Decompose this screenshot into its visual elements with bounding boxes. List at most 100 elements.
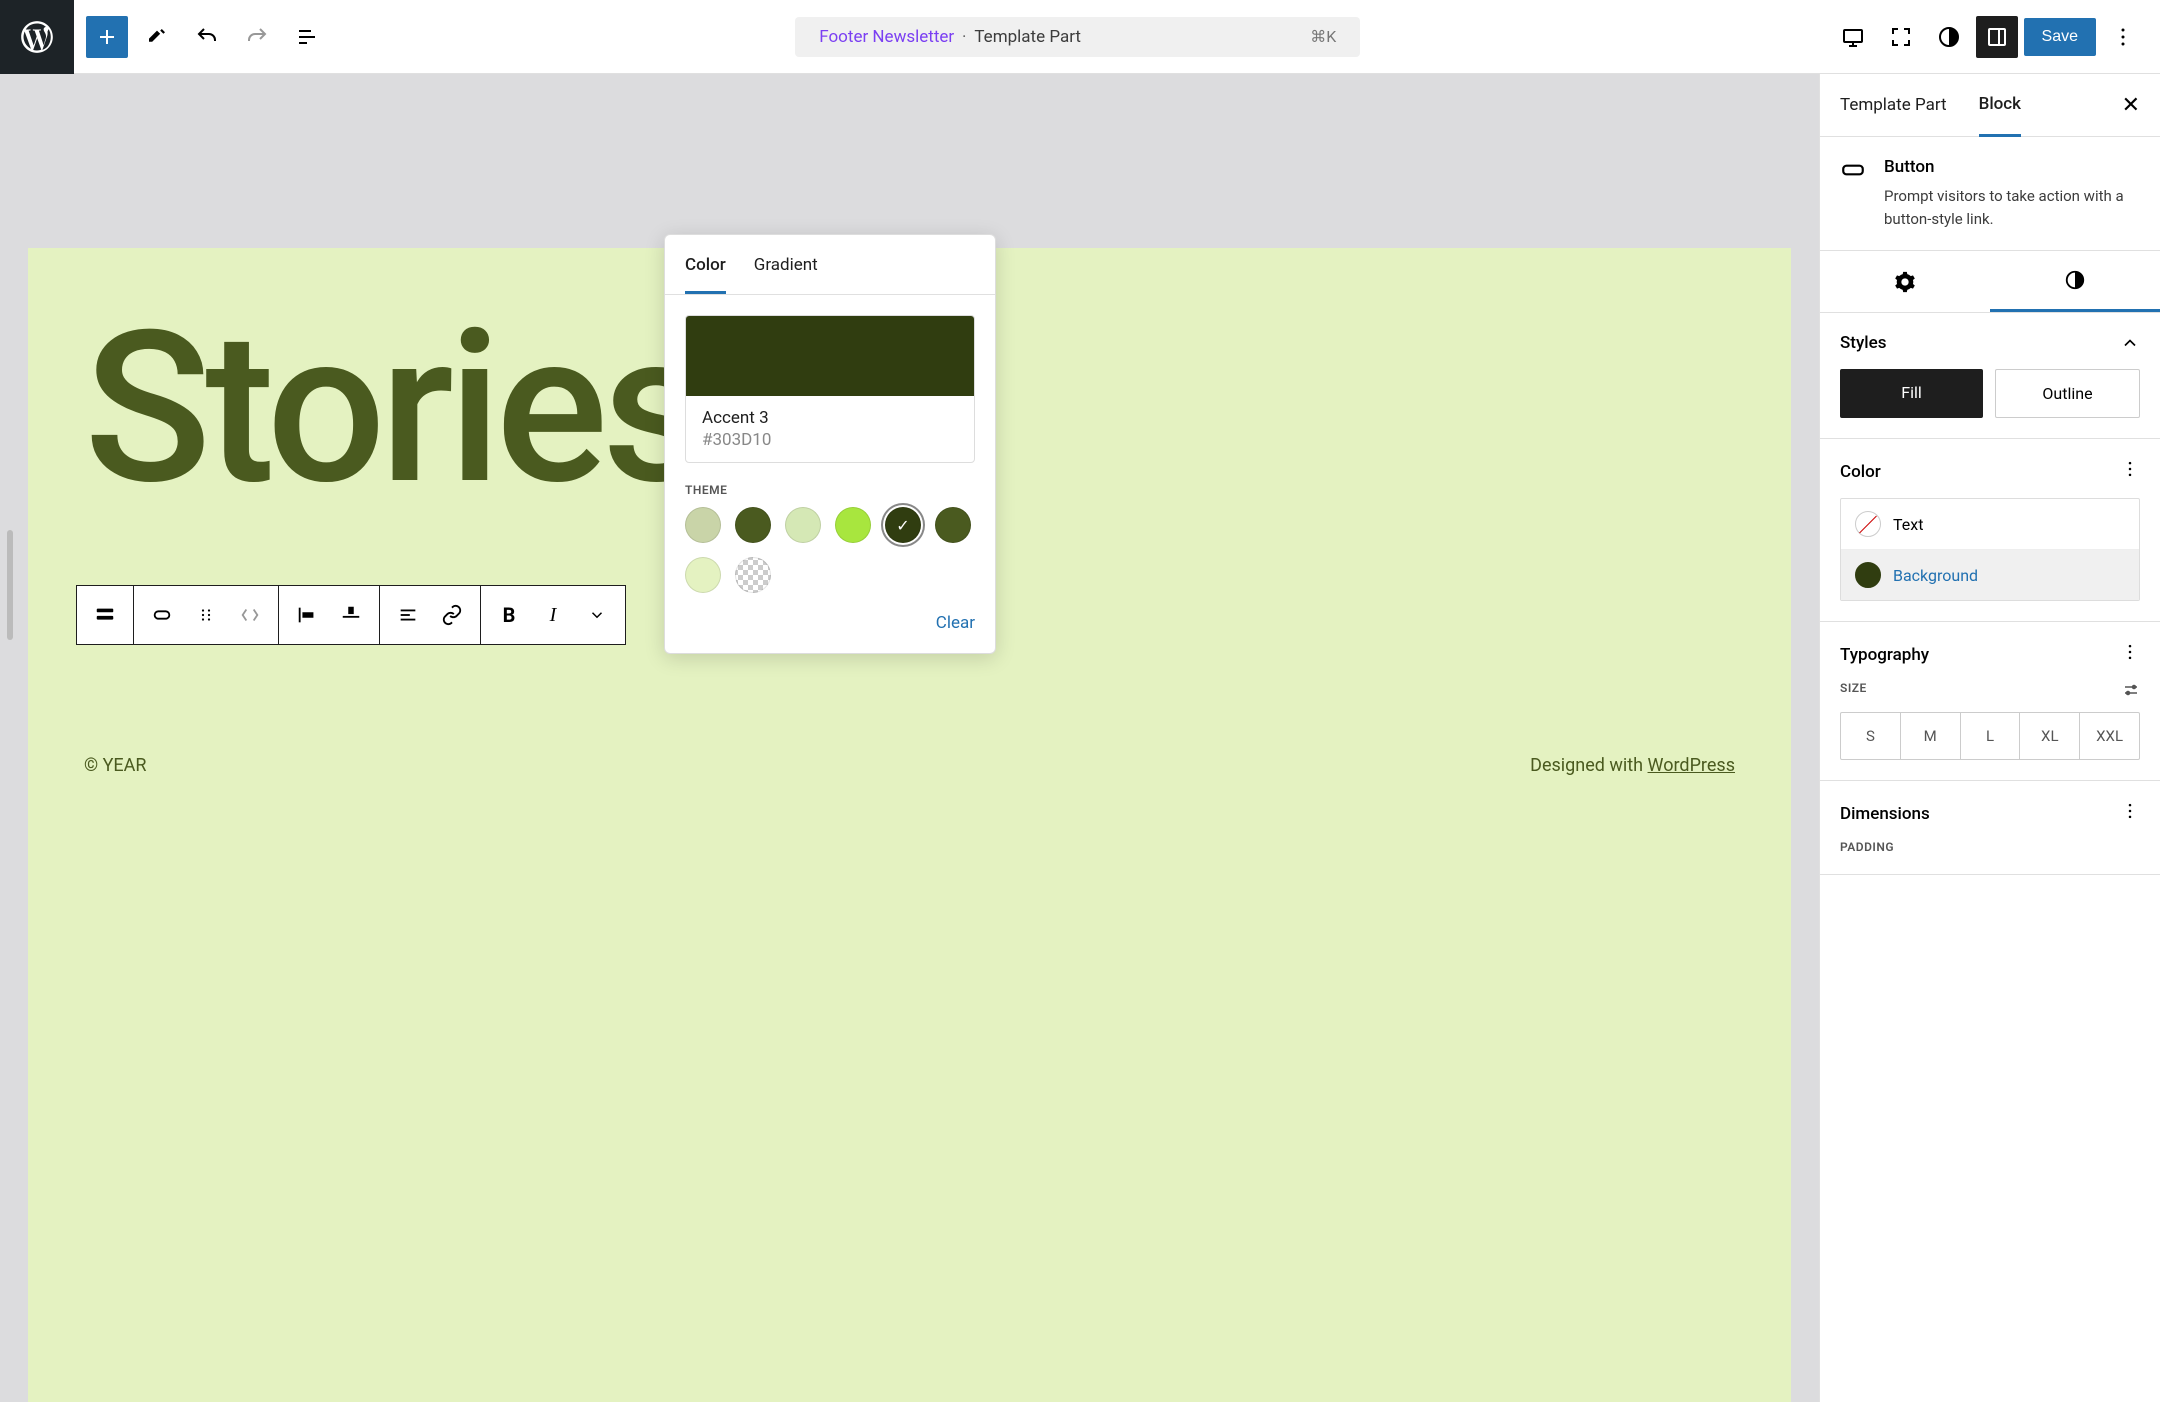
justify-button[interactable] bbox=[329, 593, 373, 637]
swatch-5[interactable] bbox=[935, 507, 971, 543]
more-options-button[interactable] bbox=[2102, 16, 2144, 58]
contrast-button[interactable] bbox=[1928, 16, 1970, 58]
swatch-6[interactable] bbox=[685, 557, 721, 593]
background-color-swatch bbox=[1855, 562, 1881, 588]
dimensions-options-button[interactable] bbox=[2120, 801, 2140, 826]
doc-type: Template Part bbox=[974, 27, 1081, 47]
chevron-up-icon bbox=[2120, 333, 2140, 353]
block-desc-text: Prompt visitors to take action with a bu… bbox=[1884, 185, 2140, 230]
desktop-view-button[interactable] bbox=[1832, 16, 1874, 58]
swatch-grid bbox=[665, 507, 995, 613]
topbar: Footer Newsletter · Template Part ⌘K Sav… bbox=[0, 0, 2160, 74]
color-popover: Color Gradient Accent 3 #303D10 THEME bbox=[664, 234, 996, 654]
size-l-button[interactable]: L bbox=[1960, 713, 2020, 759]
typography-header: Typography bbox=[1840, 642, 2140, 667]
text-align-button[interactable] bbox=[386, 593, 430, 637]
block-description: Button Prompt visitors to take action wi… bbox=[1820, 137, 2160, 251]
footer-row: © YEAR Designed with WordPress bbox=[84, 755, 1735, 776]
color-preview[interactable]: Accent 3 #303D10 bbox=[685, 315, 975, 463]
color-hex: #303D10 bbox=[702, 430, 958, 450]
shortcut-hint: ⌘K bbox=[1310, 27, 1336, 46]
padding-label: PADDING bbox=[1840, 840, 2140, 854]
style-fill-button[interactable]: Fill bbox=[1840, 369, 1983, 418]
text-color-swatch bbox=[1855, 511, 1881, 537]
swatch-3[interactable] bbox=[835, 507, 871, 543]
main: Stories Subscribe © YEAR Designed with W… bbox=[0, 74, 2160, 1402]
clear-button[interactable]: Clear bbox=[665, 613, 995, 653]
swatch-1[interactable] bbox=[735, 507, 771, 543]
popover-tabs: Color Gradient bbox=[665, 235, 995, 295]
color-options-button[interactable] bbox=[2120, 459, 2140, 484]
document-title[interactable]: Footer Newsletter · Template Part ⌘K bbox=[795, 17, 1360, 57]
dimensions-panel: Dimensions PADDING bbox=[1820, 781, 2160, 875]
fullscreen-button[interactable] bbox=[1880, 16, 1922, 58]
align-button[interactable] bbox=[285, 593, 329, 637]
link-button[interactable] bbox=[430, 593, 474, 637]
style-outline-button[interactable]: Outline bbox=[1995, 369, 2140, 418]
drag-handle[interactable] bbox=[184, 593, 228, 637]
doc-name: Footer Newsletter bbox=[819, 27, 954, 47]
italic-button[interactable]: I bbox=[531, 593, 575, 637]
save-button[interactable]: Save bbox=[2024, 18, 2096, 56]
right-tools: Save bbox=[1816, 16, 2160, 58]
document-title-wrap: Footer Newsletter · Template Part ⌘K bbox=[340, 17, 1816, 57]
swatch-transparent[interactable] bbox=[735, 557, 771, 593]
bold-button[interactable]: B bbox=[487, 593, 531, 637]
swatch-0[interactable] bbox=[685, 507, 721, 543]
color-name: Accent 3 bbox=[702, 408, 958, 428]
color-panel: Color Text Background bbox=[1820, 439, 2160, 622]
add-block-button[interactable] bbox=[86, 16, 128, 58]
designed-by: Designed with WordPress bbox=[1530, 755, 1735, 776]
size-m-button[interactable]: M bbox=[1900, 713, 1960, 759]
edit-mode-button[interactable] bbox=[136, 16, 178, 58]
typography-options-button[interactable] bbox=[2120, 642, 2140, 667]
tab-block[interactable]: Block bbox=[1979, 74, 2021, 137]
copyright-text: © YEAR bbox=[84, 755, 146, 776]
tab-color[interactable]: Color bbox=[685, 255, 726, 294]
scroll-handle-left[interactable] bbox=[7, 530, 13, 640]
sub-tabs bbox=[1820, 251, 2160, 313]
redo-button[interactable] bbox=[236, 16, 278, 58]
list-view-button[interactable] bbox=[286, 16, 328, 58]
wp-logo[interactable] bbox=[0, 0, 74, 74]
undo-button[interactable] bbox=[186, 16, 228, 58]
settings-panel-button[interactable] bbox=[1976, 16, 2018, 58]
canvas-wrap: Stories Subscribe © YEAR Designed with W… bbox=[0, 74, 1819, 1402]
swatch-2[interactable] bbox=[785, 507, 821, 543]
left-tools bbox=[74, 16, 340, 58]
color-info: Accent 3 #303D10 bbox=[686, 396, 974, 462]
button-block-icon bbox=[1840, 157, 1866, 230]
size-settings-icon[interactable] bbox=[2122, 681, 2140, 702]
sidebar: Template Part Block ✕ Button Prompt visi… bbox=[1819, 74, 2160, 1402]
style-buttons: Fill Outline bbox=[1840, 369, 2140, 418]
color-items: Text Background bbox=[1840, 498, 2140, 601]
sub-tab-settings[interactable] bbox=[1820, 251, 1990, 312]
wordpress-link[interactable]: WordPress bbox=[1648, 755, 1735, 776]
size-buttons: S M L XL XXL bbox=[1840, 712, 2140, 760]
theme-label: THEME bbox=[665, 463, 995, 507]
size-xxl-button[interactable]: XXL bbox=[2079, 713, 2139, 759]
size-label: SIZE bbox=[1840, 681, 2140, 702]
block-type-button[interactable] bbox=[140, 593, 184, 637]
move-button[interactable] bbox=[228, 593, 272, 637]
block-title: Button bbox=[1884, 157, 2140, 177]
size-s-button[interactable]: S bbox=[1841, 713, 1900, 759]
size-xl-button[interactable]: XL bbox=[2019, 713, 2079, 759]
tab-template-part[interactable]: Template Part bbox=[1840, 75, 1947, 135]
swatch-4-selected[interactable] bbox=[885, 507, 921, 543]
color-swatch-large bbox=[686, 316, 974, 396]
styles-header[interactable]: Styles bbox=[1840, 333, 2140, 353]
dimensions-header: Dimensions bbox=[1840, 801, 2140, 826]
tab-gradient[interactable]: Gradient bbox=[754, 255, 818, 294]
typography-panel: Typography SIZE S M L XL XXL bbox=[1820, 622, 2160, 781]
color-header: Color bbox=[1840, 459, 2140, 484]
more-format-button[interactable] bbox=[575, 593, 619, 637]
sidebar-tabs: Template Part Block ✕ bbox=[1820, 74, 2160, 137]
color-item-background[interactable]: Background bbox=[1841, 549, 2139, 600]
close-icon[interactable]: ✕ bbox=[2122, 93, 2140, 118]
block-toolbar: B I bbox=[76, 585, 626, 645]
block-parent-button[interactable] bbox=[83, 593, 127, 637]
sub-tab-styles[interactable] bbox=[1990, 251, 2160, 312]
color-item-text[interactable]: Text bbox=[1841, 499, 2139, 549]
styles-panel: Styles Fill Outline bbox=[1820, 313, 2160, 439]
